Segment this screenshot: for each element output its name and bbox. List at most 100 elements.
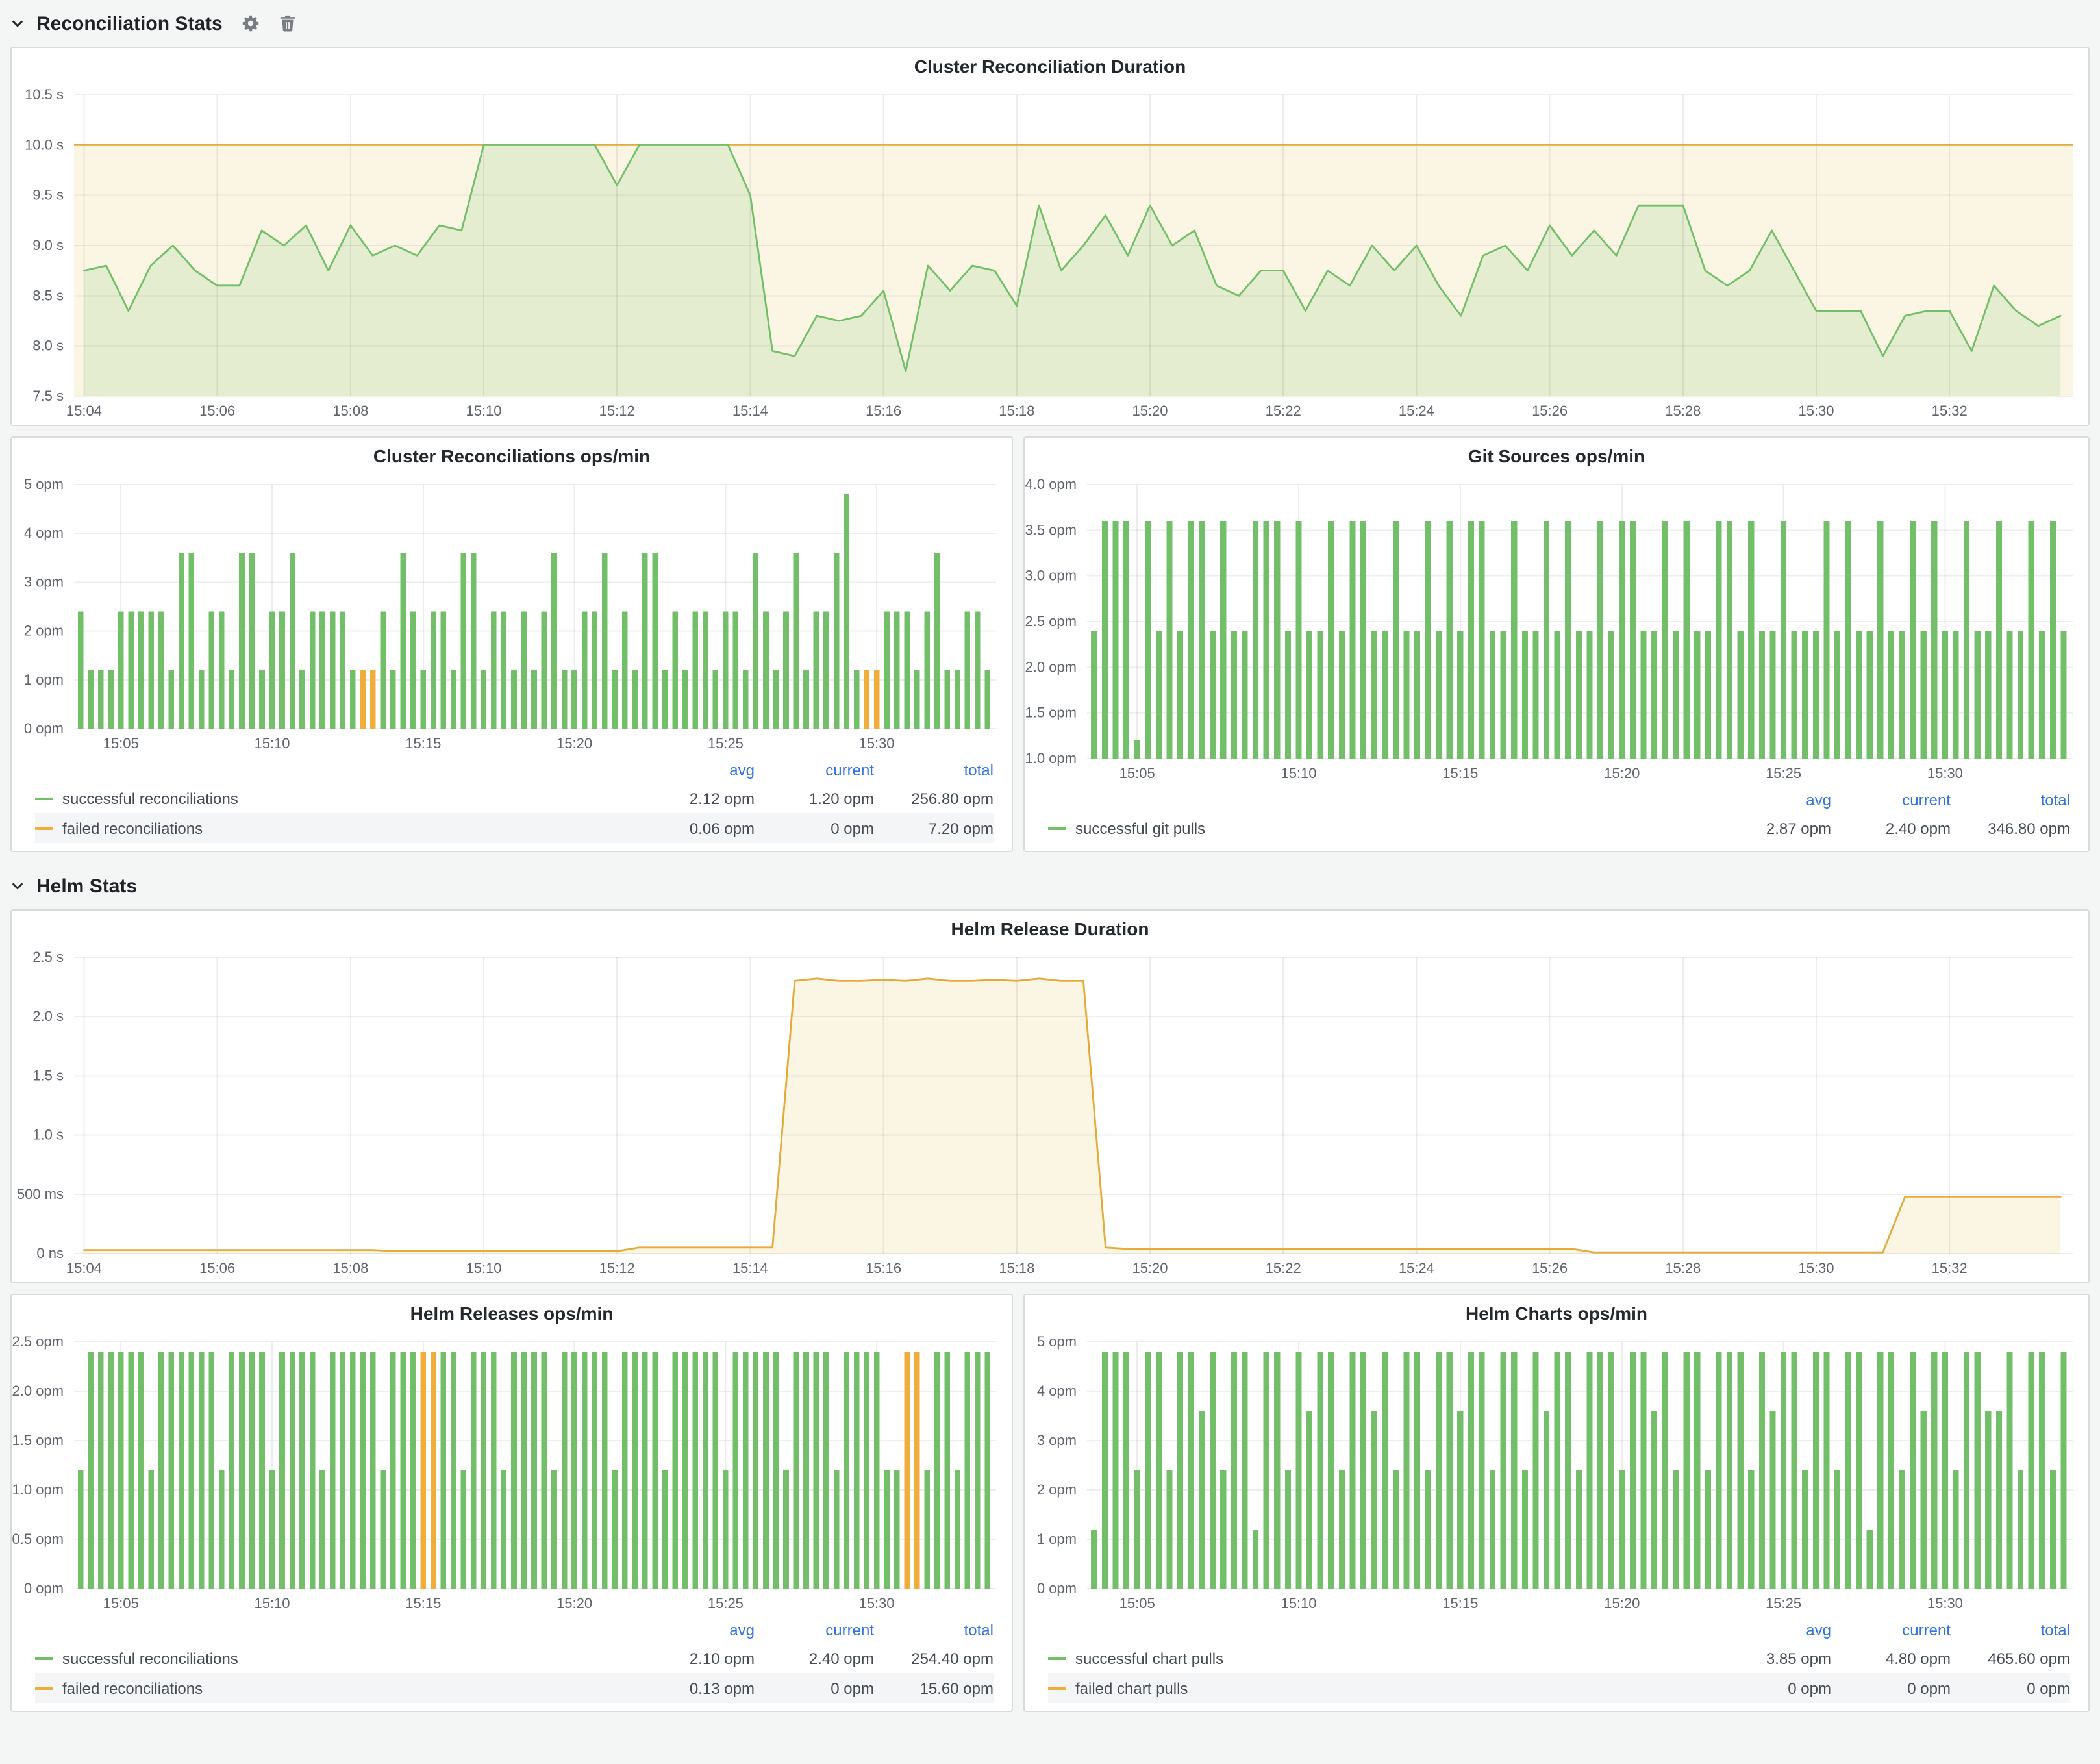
legend-col-current[interactable]: current	[1831, 1621, 1951, 1639]
row-header-reconciliation-stats[interactable]: Reconciliation Stats	[10, 5, 2090, 42]
helm-charts-ops-chart[interactable]: 0 opm1 opm2 opm3 opm4 opm5 opm15:0515:10…	[1025, 1331, 2088, 1617]
legend-col-total[interactable]: total	[1951, 1621, 2070, 1639]
svg-text:15:25: 15:25	[1766, 765, 1801, 781]
chevron-down-icon[interactable]	[10, 16, 25, 31]
svg-text:15:12: 15:12	[599, 403, 635, 419]
series-total: 0 opm	[1951, 1679, 2070, 1697]
series-total: 15.60 opm	[874, 1679, 994, 1697]
svg-text:15:30: 15:30	[1798, 1260, 1834, 1276]
svg-text:15:20: 15:20	[1132, 403, 1168, 419]
git-sources-ops-chart[interactable]: 1.0 opm1.5 opm2.0 opm2.5 opm3.0 opm3.5 o…	[1025, 474, 2088, 787]
series-total: 256.80 opm	[874, 789, 994, 807]
panel-title[interactable]: Cluster Reconciliation Duration	[12, 48, 2088, 84]
svg-text:2.0 opm: 2.0 opm	[12, 1383, 64, 1399]
series-color-dash	[35, 797, 53, 800]
legend-col-total[interactable]: total	[874, 1621, 994, 1639]
legend-row: successful chart pulls 3.85 opm 4.80 opm…	[1048, 1643, 2070, 1673]
legend-col-current[interactable]: current	[1831, 791, 1951, 809]
panel-title[interactable]: Helm Charts ops/min	[1025, 1295, 2088, 1331]
svg-text:15:10: 15:10	[254, 1595, 290, 1611]
panel-helm-releases-ops: Helm Releases ops/min 0 opm 0.5 opm 1.0 op…	[10, 1294, 1013, 1712]
svg-text:7.5 s: 7.5 s	[32, 388, 64, 404]
svg-text:15:20: 15:20	[556, 1595, 592, 1611]
legend: avg current total successful git pulls 2…	[1025, 787, 2088, 848]
series-name[interactable]: successful reconciliations	[62, 1649, 635, 1667]
legend-col-current[interactable]: current	[755, 1621, 874, 1639]
cluster-reconciliations-ops-chart[interactable]: 0 opm1 opm2 opm3 opm4 opm5 opm15:0515:10…	[12, 474, 1012, 757]
legend-col-total[interactable]: total	[1951, 791, 2070, 809]
svg-text:1.5 opm: 1.5 opm	[12, 1432, 64, 1448]
series-name[interactable]: failed reconciliations	[62, 819, 635, 837]
series-color-dash	[1048, 1687, 1066, 1689]
legend-col-total[interactable]: total	[874, 761, 994, 779]
svg-text:15:16: 15:16	[866, 1260, 901, 1276]
panel-title[interactable]: Cluster Reconciliations ops/min	[12, 438, 1012, 474]
svg-text:0 opm: 0 opm	[1037, 1580, 1077, 1596]
svg-text:15:18: 15:18	[999, 403, 1034, 419]
svg-text:15:10: 15:10	[466, 1260, 501, 1276]
series-avg: 0 opm	[1712, 1679, 1831, 1697]
legend-row: successful reconciliations 2.12 opm 1.20…	[35, 783, 994, 813]
legend-header: avg current total	[35, 1617, 994, 1643]
svg-text:1 opm: 1 opm	[24, 672, 64, 688]
panel-title[interactable]: Helm Releases ops/min	[12, 1295, 1012, 1331]
svg-text:15:10: 15:10	[1281, 1595, 1316, 1611]
svg-text:0.5 opm: 0.5 opm	[12, 1531, 64, 1547]
svg-text:4.0 opm: 4.0 opm	[1025, 476, 1077, 492]
legend: avg current total successful reconciliat…	[12, 757, 1012, 848]
chevron-down-icon[interactable]	[10, 879, 25, 893]
svg-text:15:30: 15:30	[1798, 403, 1834, 419]
legend-col-avg[interactable]: avg	[635, 1621, 755, 1639]
svg-text:15:18: 15:18	[999, 1260, 1034, 1276]
series-name[interactable]: failed chart pulls	[1075, 1679, 1712, 1697]
svg-text:1.0 opm: 1.0 opm	[1025, 750, 1077, 766]
svg-text:15:26: 15:26	[1532, 1260, 1568, 1276]
row-title[interactable]: Helm Stats	[36, 875, 137, 897]
svg-text:10.0 s: 10.0 s	[25, 136, 64, 153]
svg-text:15:15: 15:15	[1442, 765, 1478, 781]
svg-text:2.5 opm: 2.5 opm	[1025, 613, 1077, 629]
svg-text:1.0 opm: 1.0 opm	[12, 1481, 64, 1498]
legend-row: failed chart pulls 0 opm 0 opm 0 opm	[1048, 1673, 2070, 1703]
svg-text:15:20: 15:20	[1604, 765, 1640, 781]
series-total: 465.60 opm	[1951, 1649, 2070, 1667]
series-name[interactable]: successful chart pulls	[1075, 1649, 1712, 1667]
svg-text:15:28: 15:28	[1665, 1260, 1701, 1276]
svg-text:15:22: 15:22	[1266, 403, 1301, 419]
svg-text:4 opm: 4 opm	[24, 525, 64, 541]
svg-text:15:30: 15:30	[1927, 765, 1963, 781]
svg-text:15:05: 15:05	[103, 1595, 139, 1611]
legend-col-avg[interactable]: avg	[635, 761, 755, 779]
series-name[interactable]: successful reconciliations	[62, 789, 635, 807]
svg-text:15:16: 15:16	[866, 403, 901, 419]
legend-col-avg[interactable]: avg	[1712, 791, 1831, 809]
series-name[interactable]: successful git pulls	[1075, 819, 1712, 837]
helm-releases-ops-chart[interactable]: 0 opm0.5 opm1.0 opm1.5 opm2.0 opm2.5 opm…	[12, 1331, 1012, 1617]
svg-text:15:32: 15:32	[1932, 403, 1968, 419]
svg-text:2 opm: 2 opm	[24, 623, 64, 639]
row-title[interactable]: Reconciliation Stats	[36, 12, 223, 34]
svg-text:15:25: 15:25	[708, 1595, 744, 1611]
row-header-helm-stats[interactable]: Helm Stats	[10, 868, 2090, 904]
svg-text:3.0 opm: 3.0 opm	[1025, 568, 1077, 584]
panel-title[interactable]: Git Sources ops/min	[1025, 438, 2088, 474]
series-current: 1.20 opm	[755, 789, 874, 807]
helm-release-duration-chart[interactable]: 0 ns500 ms1.0 s1.5 s2.0 s2.5 s15:0415:06…	[12, 947, 2088, 1282]
svg-text:15:20: 15:20	[1604, 1595, 1640, 1611]
cluster-reconciliation-duration-chart[interactable]: 7.5 s8.0 s8.5 s9.0 s9.5 s10.0 s10.5 s15:…	[12, 84, 2088, 425]
svg-text:15:20: 15:20	[1132, 1260, 1168, 1276]
svg-text:10.5 s: 10.5 s	[25, 86, 64, 103]
panel-title[interactable]: Helm Release Duration	[12, 911, 2088, 947]
svg-text:0 opm: 0 opm	[24, 1580, 64, 1596]
legend-col-avg[interactable]: avg	[1712, 1621, 1831, 1639]
legend-col-current[interactable]: current	[755, 761, 874, 779]
svg-text:15:05: 15:05	[1119, 765, 1155, 781]
svg-text:8.0 s: 8.0 s	[32, 338, 64, 354]
svg-text:0 opm: 0 opm	[24, 720, 64, 737]
series-color-dash	[1048, 1657, 1066, 1659]
svg-text:15:10: 15:10	[1281, 765, 1316, 781]
gear-icon[interactable]	[242, 14, 260, 32]
series-name[interactable]: failed reconciliations	[62, 1679, 635, 1697]
legend-header: avg current total	[35, 757, 994, 783]
trash-icon[interactable]	[280, 14, 297, 32]
